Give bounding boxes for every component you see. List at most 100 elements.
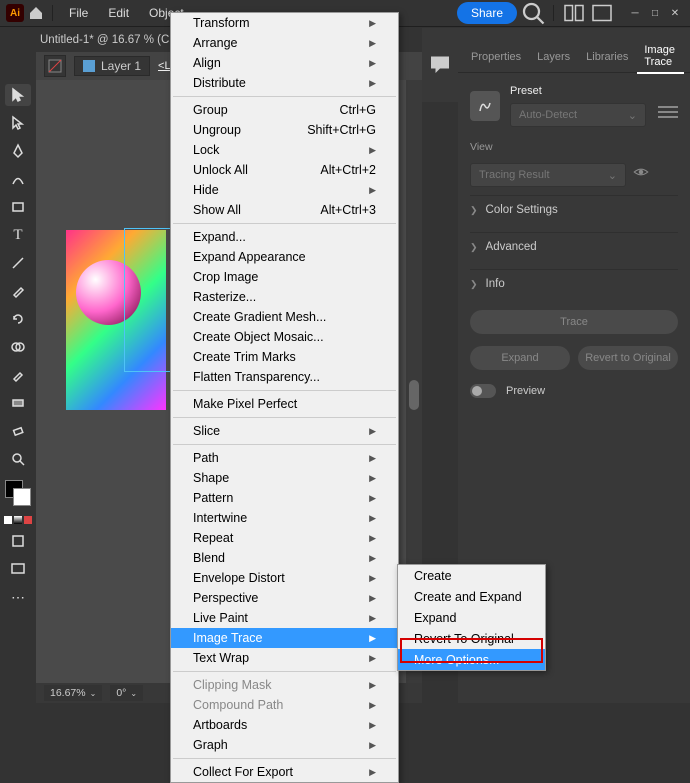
revert-button[interactable]: Revert to Original bbox=[578, 346, 678, 370]
menu-item[interactable]: Show AllAlt+Ctrl+3 bbox=[171, 200, 398, 220]
menu-item[interactable]: Hide▶ bbox=[171, 180, 398, 200]
menu-item[interactable]: Slice▶ bbox=[171, 421, 398, 441]
menu-item[interactable]: Path▶ bbox=[171, 448, 398, 468]
section-color-settings[interactable]: ❯Color Settings bbox=[470, 195, 678, 224]
menu-item[interactable]: Repeat▶ bbox=[171, 528, 398, 548]
view-dropdown[interactable]: Tracing Result⌄ bbox=[470, 163, 626, 187]
eraser-tool[interactable] bbox=[5, 420, 31, 442]
preview-toggle[interactable] bbox=[470, 384, 496, 398]
home-icon[interactable] bbox=[28, 5, 44, 21]
preview-label: Preview bbox=[506, 385, 545, 397]
collab-strip bbox=[422, 28, 458, 102]
menu-item[interactable]: Intertwine▶ bbox=[171, 508, 398, 528]
menu-item[interactable]: Live Paint▶ bbox=[171, 608, 398, 628]
edit-toolbar-icon[interactable]: ⋯ bbox=[5, 586, 31, 608]
menu-edit[interactable]: Edit bbox=[100, 2, 137, 24]
workspace-icon[interactable] bbox=[590, 1, 614, 25]
arrange-docs-icon[interactable] bbox=[562, 1, 586, 25]
view-label: View bbox=[470, 141, 678, 153]
object-menu: Transform▶Arrange▶Align▶Distribute▶ Group… bbox=[170, 12, 399, 783]
line-tool[interactable] bbox=[5, 252, 31, 274]
color-mode-swatches[interactable] bbox=[4, 516, 32, 524]
menu-item[interactable]: Graph▶ bbox=[171, 735, 398, 755]
eyedropper-tool[interactable] bbox=[5, 364, 31, 386]
menu-item[interactable]: Arrange▶ bbox=[171, 33, 398, 53]
share-button[interactable]: Share bbox=[457, 2, 517, 24]
menu-item[interactable]: Expand... bbox=[171, 227, 398, 247]
layer-name: Layer 1 bbox=[101, 59, 141, 73]
type-tool[interactable]: T bbox=[5, 224, 31, 246]
screen-mode-icon[interactable] bbox=[5, 558, 31, 580]
menu-item[interactable]: Create Object Mosaic... bbox=[171, 327, 398, 347]
menu-item[interactable]: Perspective▶ bbox=[171, 588, 398, 608]
document-tab[interactable]: Untitled-1* @ 16.67 % (CMY bbox=[40, 34, 187, 46]
tab-layers[interactable]: Layers bbox=[530, 47, 577, 67]
placed-image[interactable] bbox=[66, 230, 166, 410]
submenu-item[interactable]: Create bbox=[398, 565, 545, 586]
menu-item[interactable]: Make Pixel Perfect bbox=[171, 394, 398, 414]
view-eye-icon[interactable] bbox=[632, 163, 650, 181]
draw-mode-icon[interactable] bbox=[5, 530, 31, 552]
menu-item[interactable]: Unlock AllAlt+Ctrl+2 bbox=[171, 160, 398, 180]
rotate-tool[interactable] bbox=[5, 308, 31, 330]
menu-item[interactable]: Align▶ bbox=[171, 53, 398, 73]
fill-stroke-swatch[interactable] bbox=[5, 480, 31, 506]
menu-item[interactable]: Text Wrap▶ bbox=[171, 648, 398, 668]
maximize-button[interactable]: □ bbox=[646, 6, 664, 20]
app-logo: Ai bbox=[6, 4, 24, 22]
menu-item[interactable]: Collect For Export▶ bbox=[171, 762, 398, 782]
menu-item[interactable]: Pattern▶ bbox=[171, 488, 398, 508]
section-advanced[interactable]: ❯Advanced bbox=[470, 232, 678, 261]
menu-item: Clipping Mask▶ bbox=[171, 675, 398, 695]
search-icon[interactable] bbox=[521, 1, 545, 25]
paintbrush-tool[interactable] bbox=[5, 280, 31, 302]
menu-item[interactable]: Create Trim Marks bbox=[171, 347, 398, 367]
menu-item[interactable]: Envelope Distort▶ bbox=[171, 568, 398, 588]
layer-color-swatch bbox=[83, 60, 95, 72]
shape-builder-tool[interactable] bbox=[5, 336, 31, 358]
section-info[interactable]: ❯Info bbox=[470, 269, 678, 298]
menu-item[interactable]: Distribute▶ bbox=[171, 73, 398, 93]
preset-label: Preset bbox=[510, 85, 678, 97]
selection-tool[interactable] bbox=[5, 84, 31, 106]
comments-icon[interactable] bbox=[428, 52, 452, 76]
minimize-button[interactable]: ─ bbox=[626, 6, 644, 20]
tab-properties[interactable]: Properties bbox=[464, 47, 528, 67]
submenu-item[interactable]: Revert To Original bbox=[398, 628, 545, 649]
menu-item[interactable]: Crop Image bbox=[171, 267, 398, 287]
menu-file[interactable]: File bbox=[61, 2, 96, 24]
layer-indicator[interactable]: Layer 1 bbox=[74, 56, 150, 76]
menu-item[interactable]: Flatten Transparency... bbox=[171, 367, 398, 387]
preset-dropdown[interactable]: Auto-Detect⌄ bbox=[510, 103, 646, 127]
submenu-item[interactable]: Expand bbox=[398, 607, 545, 628]
submenu-item[interactable]: More Options... bbox=[398, 649, 545, 670]
menu-item[interactable]: Transform▶ bbox=[171, 13, 398, 33]
zoom-dropdown[interactable]: 16.67%⌄ bbox=[44, 685, 102, 701]
tab-libraries[interactable]: Libraries bbox=[579, 47, 635, 67]
submenu-item[interactable]: Create and Expand bbox=[398, 586, 545, 607]
tab-image-trace[interactable]: Image Trace bbox=[637, 40, 684, 74]
menu-item[interactable]: Blend▶ bbox=[171, 548, 398, 568]
menu-item[interactable]: Rasterize... bbox=[171, 287, 398, 307]
no-selection-icon[interactable] bbox=[44, 55, 66, 77]
menu-item[interactable]: Expand Appearance bbox=[171, 247, 398, 267]
menu-item[interactable]: Image Trace▶ bbox=[171, 628, 398, 648]
close-button[interactable]: ✕ bbox=[666, 6, 684, 20]
gradient-tool[interactable] bbox=[5, 392, 31, 414]
zoom-tool[interactable] bbox=[5, 448, 31, 470]
menu-item[interactable]: Lock▶ bbox=[171, 140, 398, 160]
menu-item[interactable]: GroupCtrl+G bbox=[171, 100, 398, 120]
image-trace-icon bbox=[470, 91, 500, 121]
menu-item[interactable]: Artboards▶ bbox=[171, 715, 398, 735]
curvature-tool[interactable] bbox=[5, 168, 31, 190]
expand-button[interactable]: Expand bbox=[470, 346, 570, 370]
trace-button[interactable]: Trace bbox=[470, 310, 678, 334]
rotate-dropdown[interactable]: 0°⌄ bbox=[110, 685, 143, 701]
rectangle-tool[interactable] bbox=[5, 196, 31, 218]
preset-menu-icon[interactable] bbox=[658, 106, 678, 118]
direct-selection-tool[interactable] bbox=[5, 112, 31, 134]
pen-tool[interactable] bbox=[5, 140, 31, 162]
menu-item[interactable]: Shape▶ bbox=[171, 468, 398, 488]
menu-item[interactable]: Create Gradient Mesh... bbox=[171, 307, 398, 327]
menu-item[interactable]: UngroupShift+Ctrl+G bbox=[171, 120, 398, 140]
